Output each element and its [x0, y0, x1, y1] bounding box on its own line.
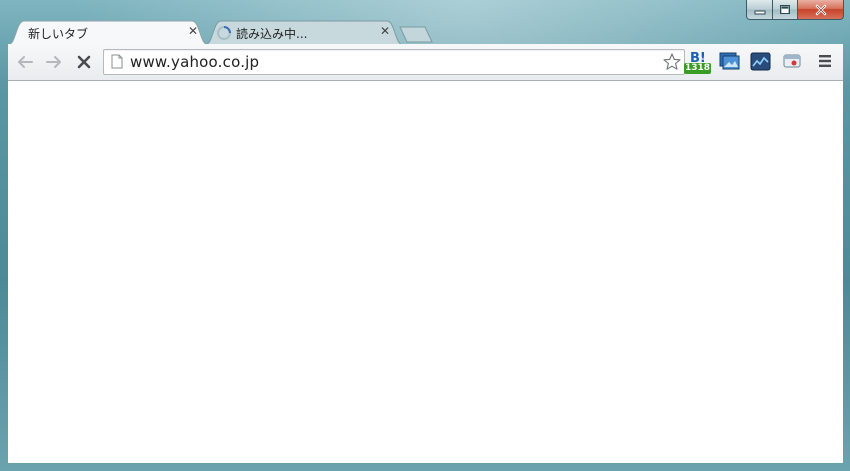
tab-close-icon[interactable]: ✕ — [186, 24, 200, 38]
hatena-bookmark-count: 1318 — [684, 63, 711, 74]
maximize-button[interactable] — [773, 0, 798, 20]
window-controls — [746, 0, 844, 20]
tab-loading[interactable]: 読み込み中... ✕ — [205, 20, 403, 45]
stamp-extension-button[interactable] — [782, 51, 804, 73]
close-button[interactable] — [798, 0, 844, 20]
star-icon[interactable] — [662, 52, 682, 72]
stop-button[interactable] — [73, 52, 95, 72]
chart-extension-button[interactable] — [750, 51, 772, 73]
stop-icon — [77, 55, 91, 69]
address-bar[interactable]: www.yahoo.co.jp — [103, 49, 685, 75]
tab-new-tab[interactable]: 新しいタブ ✕ — [8, 20, 208, 45]
new-tab-button[interactable] — [399, 26, 433, 43]
close-icon — [815, 4, 826, 15]
tab-close-icon[interactable]: ✕ — [378, 24, 392, 38]
page-icon — [111, 54, 123, 69]
minimize-button[interactable] — [746, 0, 773, 20]
minimize-icon — [754, 10, 765, 14]
back-arrow-icon — [18, 56, 33, 68]
screen-capture-icon — [719, 52, 740, 70]
stamp-icon — [783, 54, 801, 68]
chart-icon — [750, 52, 771, 71]
forward-button[interactable] — [43, 52, 65, 72]
maximize-icon — [780, 5, 790, 14]
toolbar: www.yahoo.co.jp B! 1318 — [8, 44, 843, 81]
url-text: www.yahoo.co.jp — [130, 53, 260, 71]
forward-arrow-icon — [46, 56, 61, 68]
screen-capture-button[interactable] — [719, 51, 741, 73]
loading-spinner-icon — [217, 26, 231, 40]
window-frame: 読み込み中... ✕ 新しいタブ ✕ www.yahoo.co.jp B! 13… — [0, 0, 850, 471]
tab-title: 新しいタブ — [28, 27, 89, 41]
tab-title: 読み込み中... — [236, 27, 308, 41]
page-content[interactable] — [8, 81, 843, 463]
back-button[interactable] — [14, 52, 36, 72]
menu-icon[interactable] — [818, 54, 832, 68]
hatena-bookmark-button[interactable]: B! 1318 — [684, 50, 712, 76]
